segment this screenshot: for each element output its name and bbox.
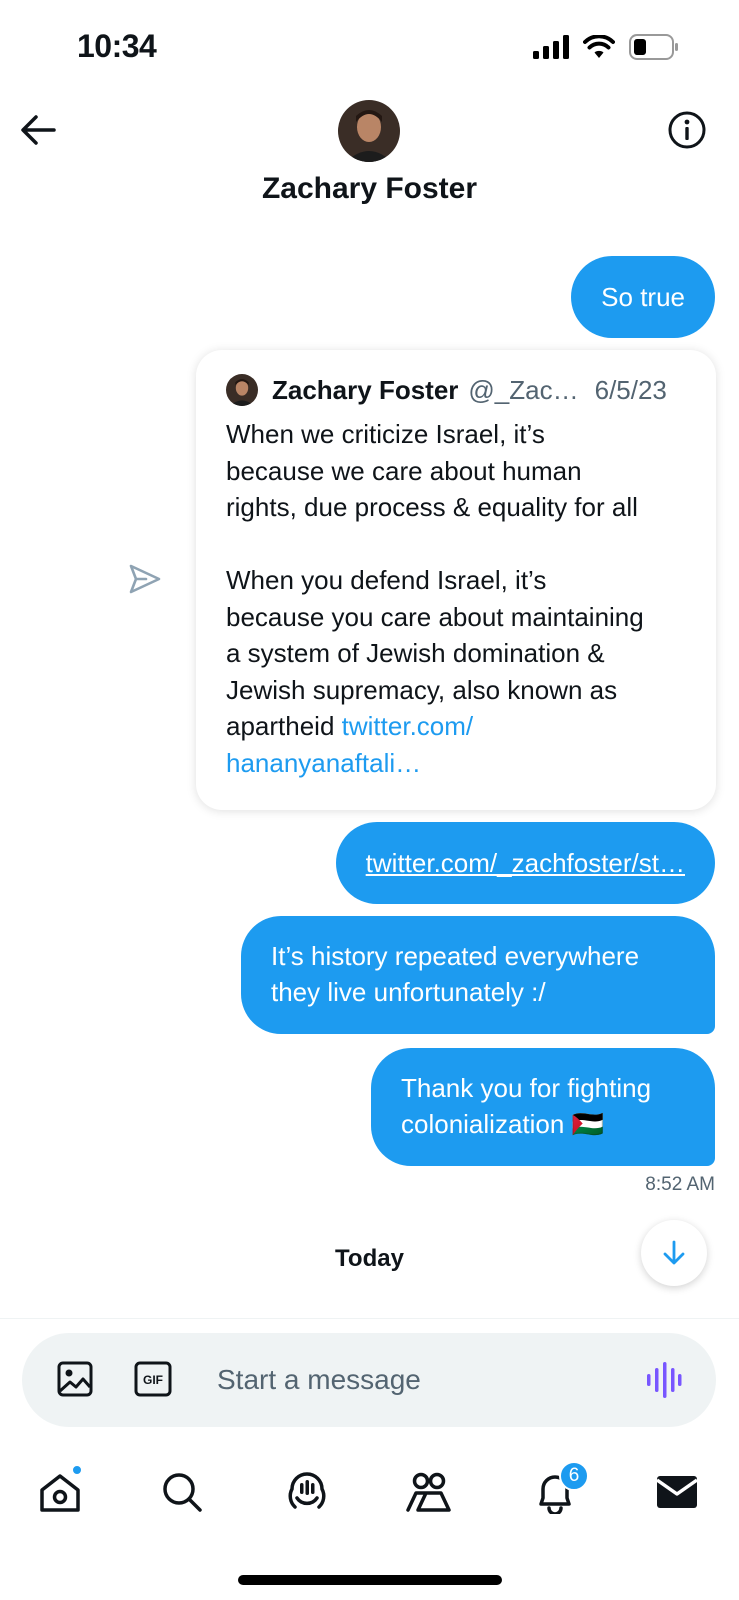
back-button[interactable] <box>18 110 58 150</box>
status-bar: 10:34 <box>0 0 739 90</box>
quoted-tweet-body: When we criticize Israel, it’s because w… <box>226 419 644 741</box>
gif-icon: GIF <box>134 1361 172 1397</box>
tab-home[interactable] <box>32 1464 88 1520</box>
envelope-icon <box>655 1476 699 1508</box>
home-unread-dot <box>71 1464 83 1476</box>
status-icons <box>533 34 679 60</box>
conversation-header: Zachary Foster <box>0 90 739 230</box>
tab-notifications[interactable]: 6 <box>527 1461 589 1520</box>
message-bubble[interactable]: It’s history repeated everywhere they li… <box>241 916 715 1034</box>
message-bubble[interactable]: So true <box>571 256 715 338</box>
composer-divider <box>0 1318 739 1319</box>
info-icon <box>668 111 706 149</box>
tab-communities[interactable] <box>401 1464 457 1520</box>
quoted-tweet-date: 6/5/23 <box>594 374 667 405</box>
quoted-tweet-handle: @_Zac… <box>468 374 579 405</box>
search-icon <box>163 1473 202 1512</box>
add-media-button[interactable] <box>56 1360 94 1403</box>
link-message-bubble[interactable]: twitter.com/_zachfoster/st… <box>335 822 715 904</box>
tab-spaces[interactable] <box>279 1464 335 1520</box>
notifications-count-badge: 6 <box>559 1461 589 1491</box>
contact-name[interactable]: Zachary Foster <box>0 172 739 206</box>
spaces-icon <box>288 1472 326 1509</box>
message-bubble[interactable]: Thank you for fighting colonialization 🇵… <box>371 1048 715 1166</box>
arrow-left-icon <box>21 115 56 145</box>
status-time: 10:34 <box>77 28 157 64</box>
cellular-signal-icon <box>533 35 569 59</box>
avatar-image <box>338 100 400 162</box>
home-icon <box>40 1474 80 1512</box>
home-indicator <box>238 1575 502 1585</box>
svg-text:GIF: GIF <box>143 1373 163 1387</box>
quoted-tweet-header: Zachary Foster @_Zac… 6/5/23 <box>226 372 686 408</box>
tab-explore[interactable] <box>154 1464 210 1520</box>
message-timestamp: 8:52 AM <box>645 1174 715 1195</box>
send-icon <box>129 564 161 594</box>
quoted-tweet-avatar <box>226 374 258 406</box>
conversation-info-button[interactable] <box>665 108 709 152</box>
add-gif-button[interactable]: GIF <box>134 1361 172 1402</box>
wifi-icon <box>583 35 615 58</box>
avatar-image <box>226 374 258 406</box>
voice-message-button[interactable] <box>646 1362 682 1403</box>
quoted-tweet-card[interactable]: Zachary Foster @_Zac… 6/5/23 When we cri… <box>196 350 716 810</box>
image-icon <box>57 1361 93 1397</box>
arrow-down-icon <box>663 1240 685 1265</box>
tab-messages[interactable] <box>649 1464 705 1520</box>
message-composer: GIF <box>22 1333 716 1427</box>
day-separator: Today <box>335 1245 404 1272</box>
voice-waveform-icon <box>647 1362 682 1398</box>
message-input[interactable] <box>217 1359 617 1401</box>
share-tweet-button[interactable] <box>128 562 162 601</box>
bottom-tab-bar: 6 <box>0 1450 739 1530</box>
battery-icon <box>629 34 678 60</box>
quoted-tweet-text: When we criticize Israel, it’s because w… <box>226 416 686 781</box>
contact-avatar[interactable] <box>338 100 400 162</box>
communities-icon <box>406 1472 451 1512</box>
quoted-tweet-author: Zachary Foster <box>272 374 459 405</box>
scroll-to-bottom-button[interactable] <box>641 1220 707 1286</box>
